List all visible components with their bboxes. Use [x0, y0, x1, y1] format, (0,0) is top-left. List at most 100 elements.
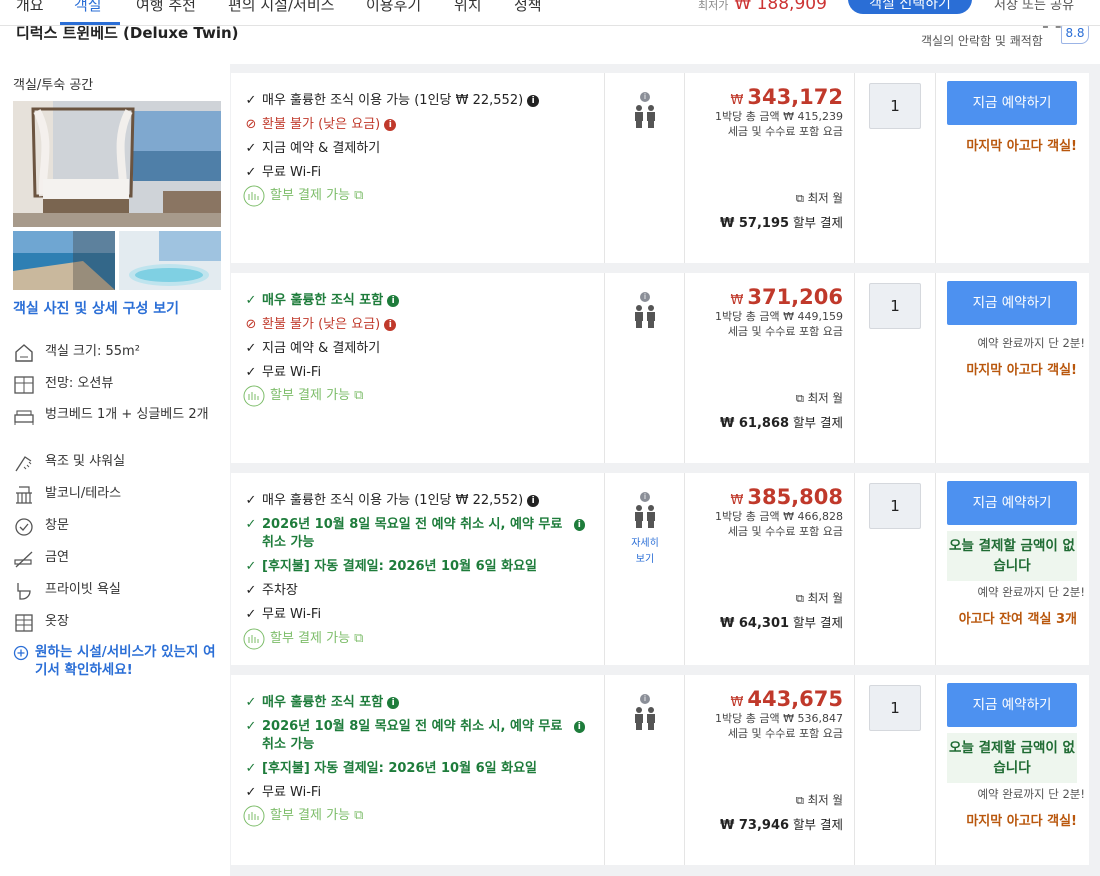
check-icon: ✓ — [245, 761, 257, 776]
installment-text[interactable]: 할부 결제 가능 ⧉ — [270, 630, 363, 650]
tab-reviews[interactable]: 이용후기 — [366, 0, 421, 15]
book-now-button[interactable]: 지금 예약하기 — [947, 683, 1077, 727]
occupancy-info-icon[interactable]: i — [640, 92, 650, 102]
no-entry-icon: ⊘ — [245, 117, 257, 132]
select-room-button[interactable]: 객실 선택하기 — [848, 0, 972, 14]
price-amount: ₩443,675 — [715, 687, 843, 711]
benefit-row: ⊘ 환불 불가 (낮은 요금) i — [245, 316, 590, 334]
room-quantity-select[interactable]: 1 — [869, 83, 921, 129]
installment-suffix: 할부 결제 — [793, 215, 843, 230]
feature-no-smoking: 금연 — [13, 549, 223, 569]
occupancy: i — [620, 84, 670, 133]
benefit-text: 2026년 10월 8일 목요일 전 예약 취소 시, 예약 무료 취소 가능 — [262, 517, 563, 550]
two-adults-icon — [635, 105, 655, 128]
check-icon: ✓ — [245, 559, 257, 574]
check-icon: ✓ — [245, 719, 257, 734]
installment-text[interactable]: 할부 결제 가능 ⧉ — [270, 807, 363, 827]
feature-room-size: 객실 크기: 55m² — [13, 343, 223, 363]
info-icon[interactable]: i — [387, 696, 400, 709]
nav-price-label: 최저가 — [698, 0, 729, 12]
benefit-row: ✓ 무료 Wi-Fi — [245, 364, 590, 382]
feature-label: 욕조 및 샤워실 — [45, 454, 126, 469]
installment-text[interactable]: 할부 결제 가능 ⧉ — [270, 387, 363, 407]
private-bathroom-icon — [17, 583, 31, 600]
benefit-text: [후지불] 자동 결제일: 2026년 10월 6일 화요일 — [262, 559, 537, 574]
installment-row[interactable]: 할부 결제 가능 ⧉ — [243, 385, 588, 407]
room-photo-main[interactable] — [13, 101, 221, 227]
price-value: 343,172 — [747, 85, 843, 109]
room-content: 객실/투숙 공간 객실 사진 및 상세 구성 보기 객실 크기: 55m² 전망… — [0, 64, 1100, 876]
installment-icon — [243, 628, 265, 650]
room-size-icon — [15, 344, 33, 362]
info-icon[interactable]: i — [527, 494, 540, 507]
benefit-text: 주차장 — [262, 583, 298, 598]
book-now-button[interactable]: 지금 예약하기 — [947, 81, 1077, 125]
price-block: ₩443,675 1박당 총 금액 ₩ 536,847 세금 및 수수료 포함 … — [715, 687, 843, 741]
check-icon: ✓ — [245, 785, 257, 800]
benefit-row: ✓ 지금 예약 & 결제하기 — [245, 340, 590, 358]
check-icon: ✓ — [245, 493, 257, 508]
currency-symbol: ₩ — [730, 695, 744, 710]
feature-label: 금연 — [45, 550, 69, 565]
installment-amount: ₩ 61,868 — [720, 416, 790, 431]
info-icon[interactable]: i — [384, 118, 397, 131]
benefit-row: ✓ [후지불] 자동 결제일: 2026년 10월 6일 화요일 — [245, 760, 590, 778]
urgency-label: 마지막 아고다 객실! — [966, 814, 1077, 829]
benefit-row: ✓ 매우 훌륭한 조식 이용 가능 (1인당 ₩ 22,552) i — [245, 92, 590, 110]
info-icon[interactable]: i — [387, 294, 400, 307]
occupancy-info-icon[interactable]: i — [640, 492, 650, 502]
price-amount: ₩385,808 — [715, 485, 843, 509]
tab-overview[interactable]: 개요 — [16, 0, 44, 15]
installment-row[interactable]: 할부 결제 가능 ⧉ — [243, 805, 588, 827]
rating-label: 객실의 안락함 및 쾌적함 — [921, 34, 1043, 48]
shower-icon — [15, 456, 32, 472]
room-photos-link[interactable]: 객실 사진 및 상세 구성 보기 — [13, 298, 179, 318]
book-now-button[interactable]: 지금 예약하기 — [947, 281, 1077, 325]
window-icon — [15, 518, 33, 536]
room-quantity-select[interactable]: 1 — [869, 283, 921, 329]
window-view-icon — [14, 376, 34, 394]
benefit-text: 매우 훌륭한 조식 이용 가능 (1인당 ₩ 22,552) — [262, 493, 524, 508]
benefit-row: ✓ 무료 Wi-Fi — [245, 606, 590, 624]
tab-location[interactable]: 위치 — [454, 0, 482, 15]
active-tab-indicator — [60, 22, 120, 25]
tab-rooms[interactable]: 객실 — [74, 0, 102, 15]
info-icon[interactable]: i — [384, 318, 397, 331]
pay-nothing-today-badge: 오늘 결제할 금액이 없습니다 — [947, 531, 1077, 581]
nav-price-value: ₩ 188,909 — [734, 0, 827, 14]
plus-circle-icon — [13, 645, 29, 661]
info-icon[interactable]: i — [527, 94, 540, 107]
room-photo-thumb-bath[interactable] — [119, 231, 221, 290]
tab-trip-recommend[interactable]: 여행 추천 — [136, 0, 196, 15]
room-photo-thumb-view[interactable] — [13, 231, 115, 290]
installment-row[interactable]: 할부 결제 가능 ⧉ — [243, 628, 588, 650]
info-icon[interactable]: i — [573, 721, 585, 733]
tab-policy[interactable]: 정책 — [514, 0, 542, 15]
feature-bath: 욕조 및 샤워실 — [13, 453, 223, 473]
offer-card-3: ✓ 매우 훌륭한 조식 이용 가능 (1인당 ₩ 22,552) i ✓ 2026년 … — [231, 473, 1089, 665]
feature-view: 전망: 오션뷰 — [13, 375, 223, 395]
occupancy-details-link[interactable]: 자세히 보기 — [620, 536, 670, 568]
installment-row[interactable]: 할부 결제 가능 ⧉ — [243, 185, 588, 207]
price-value: 443,675 — [747, 687, 843, 711]
book-now-button[interactable]: 지금 예약하기 — [947, 481, 1077, 525]
occupancy-info-icon[interactable]: i — [640, 292, 650, 302]
installment-suffix: 할부 결제 — [793, 415, 843, 430]
room-quantity-select[interactable]: 1 — [869, 685, 921, 731]
benefit-row: ✓ 지금 예약 & 결제하기 — [245, 140, 590, 158]
bed-icon — [14, 410, 34, 425]
save-share-link[interactable]: 저장 또는 공유 — [994, 0, 1074, 13]
installment-text[interactable]: 할부 결제 가능 ⧉ — [270, 187, 363, 207]
benefit-row: ✓ 주차장 — [245, 582, 590, 600]
facilities-check-text[interactable]: 원하는 시설/서비스가 있는지 여기서 확인하세요! — [35, 643, 223, 679]
tab-facilities[interactable]: 편의 시설/서비스 — [228, 0, 334, 15]
benefit-text: 지금 예약 & 결제하기 — [262, 341, 381, 356]
urgency-label: 아고다 잔여 객실 3개 — [958, 612, 1077, 627]
check-icon: ✓ — [245, 93, 257, 108]
benefit-row: ✓ 무료 Wi-Fi — [245, 784, 590, 802]
facilities-check-link[interactable]: 원하는 시설/서비스가 있는지 여기서 확인하세요! — [13, 643, 223, 679]
room-quantity-select[interactable]: 1 — [869, 483, 921, 529]
installment-amount: ₩ 64,301 — [720, 616, 790, 631]
occupancy-info-icon[interactable]: i — [640, 694, 650, 704]
info-icon[interactable]: i — [573, 519, 585, 531]
